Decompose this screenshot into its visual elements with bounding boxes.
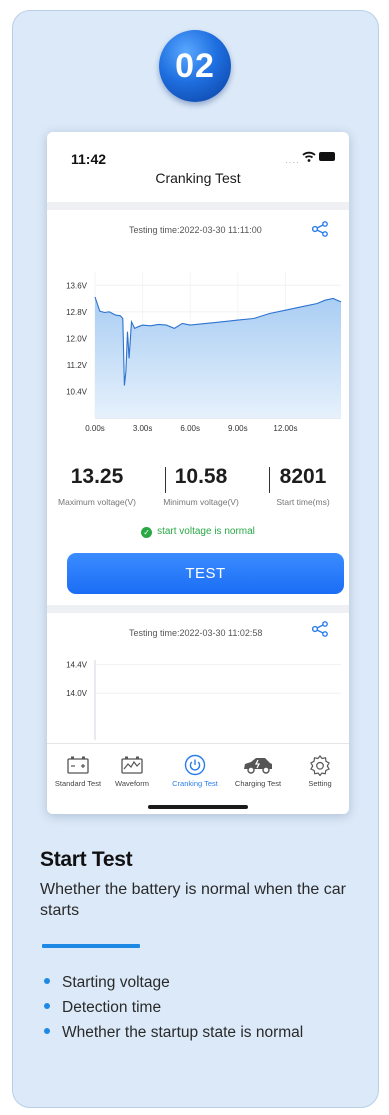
y-tick-label: 13.6V: [66, 281, 88, 290]
list-item-text: Whether the startup state is normal: [62, 1024, 304, 1041]
feature-list: Starting voltage Detection time Whether …: [44, 973, 303, 1048]
status-text: start voltage is normal: [157, 526, 255, 537]
list-item-text: Starting voltage: [62, 974, 170, 991]
section-description: Whether the battery is normal when the c…: [40, 881, 346, 919]
y-tick-label: 11.2V: [67, 361, 88, 370]
tab-label: Setting: [308, 779, 332, 788]
wifi-icon: [302, 151, 316, 162]
battery-status-icon: [319, 152, 335, 161]
voltage-chart: 13.6V 12.8V 12.0V 11.2V 10.4V 0.00s 3.00s 6.00s…: [66, 272, 342, 433]
x-tick-label: 0.00s: [85, 424, 105, 433]
tab-charging-test[interactable]: Charging Test: [227, 754, 289, 788]
bullet-dot: [44, 978, 50, 984]
gear-icon: [310, 755, 330, 776]
voltage-chart-2: 14.4V 14.0V: [66, 660, 341, 740]
voltage-area: [95, 296, 341, 418]
list-item: Starting voltage: [44, 973, 303, 998]
min-voltage-label: Minimum voltage(V): [163, 497, 239, 507]
tab-cranking-test[interactable]: Cranking Test: [164, 754, 226, 788]
y-tick-label: 14.4V: [66, 660, 88, 669]
list-item-text: Detection time: [62, 999, 162, 1016]
list-item: Detection time: [44, 998, 303, 1023]
home-indicator: [148, 805, 248, 809]
max-voltage-value: 13.25: [70, 465, 124, 488]
start-time-value: 8201: [279, 465, 327, 488]
y-tick-label: 12.0V: [66, 334, 88, 343]
metric-max-voltage: 13.25 Maximum voltage(V): [47, 465, 147, 507]
testing-time: Testing time:2022-03-30 11:11:00: [129, 225, 262, 235]
tab-waveform[interactable]: Waveform: [101, 754, 163, 788]
metric-min-voltage: 10.58 Minimum voltage(V): [151, 465, 251, 507]
x-tick-label: 12.00s: [273, 424, 297, 433]
bullet-dot: [44, 1003, 50, 1009]
tab-label: Waveform: [115, 779, 149, 788]
check-circle-icon: ✓: [141, 527, 153, 538]
tab-standard-test[interactable]: Standard Test: [47, 754, 109, 788]
y-tick-label: 14.0V: [66, 689, 88, 698]
signal-icon: ····: [285, 158, 300, 167]
min-voltage-value: 10.58: [174, 465, 228, 488]
battery-icon: [67, 756, 89, 774]
waveform-icon: [121, 756, 143, 774]
section-title: Start Test: [40, 848, 133, 871]
tab-setting[interactable]: Setting: [289, 754, 349, 788]
x-tick-label: 3.00s: [133, 424, 153, 433]
testing-time: Testing time:2022-03-30 11:02:58: [129, 628, 263, 638]
divider: [47, 202, 349, 210]
share-icon[interactable]: [311, 621, 329, 637]
test-button[interactable]: TEST: [67, 553, 344, 594]
status-icons: ····: [285, 150, 335, 167]
status-time: 11:42: [71, 151, 107, 167]
page-title: Cranking Test: [155, 170, 241, 186]
tab-label: Standard Test: [54, 779, 102, 788]
power-icon: [184, 754, 206, 776]
bottom-tab-bar: Standard Test Waveform Cranking Test Cha…: [47, 743, 349, 814]
car-charging-icon: [244, 758, 272, 774]
divider: [47, 605, 349, 613]
y-tick-label: 10.4V: [66, 387, 88, 396]
start-voltage-status: ✓ start voltage is normal: [47, 526, 349, 538]
tab-label: Cranking Test: [172, 779, 218, 788]
metric-start-time: 8201 Start time(ms): [253, 465, 349, 507]
phone-screenshot: 11:42 ···· Cranking Test Testing time:20…: [47, 132, 349, 814]
accent-bar: [42, 944, 140, 948]
share-icon[interactable]: [311, 221, 329, 237]
x-tick-label: 9.00s: [228, 424, 248, 433]
step-number-badge: 02: [159, 30, 231, 102]
bullet-dot: [44, 1028, 50, 1034]
tab-label: Charging Test: [234, 779, 282, 788]
y-tick-label: 12.8V: [66, 308, 88, 317]
start-time-label: Start time(ms): [276, 497, 330, 507]
list-item: Whether the startup state is normal: [44, 1023, 303, 1048]
x-tick-label: 6.00s: [180, 424, 200, 433]
max-voltage-label: Maximum voltage(V): [58, 497, 136, 507]
